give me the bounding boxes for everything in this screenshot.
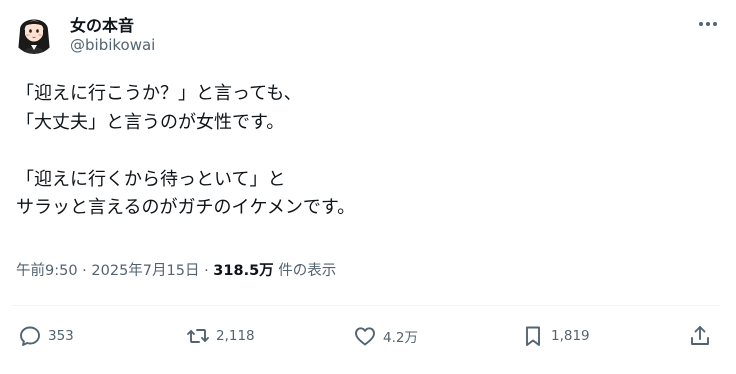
views-label: 件の表示	[273, 263, 337, 279]
tweet-meta: 午前9:50 · 2025年7月15日 · 318.5万 件の表示	[16, 259, 336, 280]
more-button[interactable]	[694, 10, 722, 32]
author-display-name[interactable]: 女の本音	[70, 12, 134, 36]
reply-count: 353	[48, 328, 74, 344]
like-count: 4.2万	[383, 330, 418, 346]
repost-count: 2,118	[216, 328, 255, 344]
tweet-text-line: サラッと言えるのがガチのイケメンです。	[16, 197, 356, 218]
repost-icon	[186, 324, 210, 348]
repost-button[interactable]: 2,118	[186, 318, 255, 354]
tweet-text-line	[16, 137, 716, 166]
like-button[interactable]: 4.2万	[353, 318, 418, 354]
bookmark-icon	[521, 324, 545, 348]
avatar[interactable]	[12, 10, 56, 54]
share-icon	[688, 324, 712, 348]
views-count[interactable]: 318.5万	[213, 263, 273, 279]
author-handle[interactable]: @bibikowai	[70, 36, 155, 54]
tweet-text-line: 「迎えに行こうか？」と言っても、	[16, 83, 302, 104]
reply-icon	[18, 324, 42, 348]
more-icon	[698, 12, 718, 31]
tweet-text-line: 「迎えに行くから待っといて」と	[16, 168, 286, 190]
tweet-text-line: 「大丈夫」と言うのが女性です。	[16, 111, 285, 133]
bookmark-count: 1,819	[551, 328, 590, 344]
divider	[12, 305, 720, 306]
reply-button[interactable]: 353	[18, 318, 74, 354]
action-bar: 353 2,118 4.2万 1,819	[0, 318, 736, 354]
share-button[interactable]	[688, 318, 712, 354]
like-icon	[353, 324, 377, 348]
timestamp-link[interactable]: 午前9:50 · 2025年7月15日 ·	[16, 263, 213, 279]
tweet-text: 「迎えに行こうか？」と言っても、 「大丈夫」と言うのが女性です。 「迎えに行くか…	[16, 80, 716, 223]
bookmark-button[interactable]: 1,819	[521, 318, 590, 354]
